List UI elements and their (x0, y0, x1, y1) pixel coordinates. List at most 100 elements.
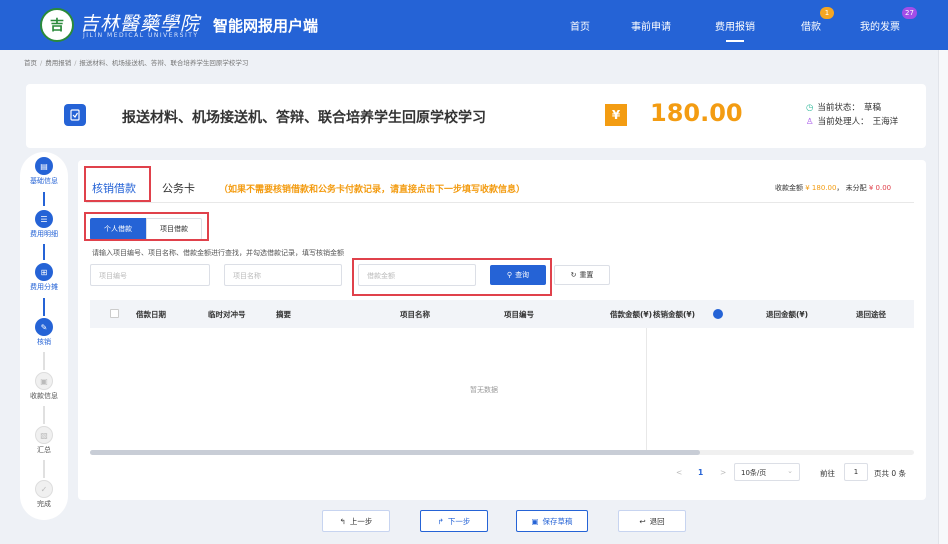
page-size-select[interactable]: 10条/页 ⌄ (734, 463, 800, 481)
top-bar: 吉 吉林醫藥學院 JILIN MEDICAL UNIVERSITY 智能网报用户… (0, 0, 948, 50)
col-loan-amount: 借款金额(¥) (610, 310, 653, 319)
table-header: 借款日期 临时对冲号 摘要 项目名称 项目编号 借款金额(¥) 核销金额(¥) … (90, 300, 914, 328)
step-connector (43, 244, 45, 260)
step-payee-info[interactable]: ▣ 收款信息 (20, 372, 68, 401)
next-page-button[interactable]: > (720, 468, 726, 477)
save-draft-label: 保存草稿 (542, 516, 573, 526)
tab-divider (86, 202, 914, 203)
select-all-checkbox[interactable] (110, 309, 119, 318)
step-connector (43, 406, 45, 424)
save-icon: ▣ (531, 516, 539, 526)
highlight-box-loan-type (84, 212, 209, 241)
current-handler: ♙ 当前处理人： 王海洋 (806, 115, 898, 127)
nav-pre-apply[interactable]: 事前申请 (631, 0, 671, 50)
step-connector (43, 298, 45, 316)
summary-icon: ▧ (35, 426, 53, 444)
step-connector (43, 352, 45, 370)
current-status: ◷ 当前状态： 草稿 (806, 101, 881, 113)
chevron-down-icon: ⌄ (787, 467, 793, 475)
step-label: 收款信息 (30, 392, 58, 400)
step-connector (43, 192, 45, 206)
split-icon: ⊞ (35, 263, 53, 281)
step-label: 费用明细 (30, 230, 58, 238)
payee-icon: ▣ (35, 372, 53, 390)
breadcrumb-reimburse[interactable]: 费用报销 (45, 59, 71, 67)
reset-button-label: 重置 (579, 271, 594, 279)
highlight-box-tab (84, 166, 151, 202)
right-drawer-edge (938, 50, 948, 544)
nav-my-invoices-label: 我的发票 (860, 21, 900, 33)
doc-icon: ▤ (35, 157, 53, 175)
nav-my-invoices[interactable]: 我的发票 (860, 0, 900, 50)
step-label: 汇总 (37, 446, 51, 454)
brand-english: JILIN MEDICAL UNIVERSITY (83, 32, 199, 39)
nav-loan[interactable]: 借款 (801, 0, 821, 50)
col-offset-number: 临时对冲号 (208, 310, 246, 319)
loan-badge: 1 (820, 7, 834, 19)
project-name-input[interactable]: 项目名称 (224, 264, 342, 286)
step-label: 费用分摊 (30, 283, 58, 291)
scrollbar-thumb[interactable] (90, 450, 700, 455)
col-return-amount: 退回金额(¥) (766, 310, 809, 319)
nav-loan-label: 借款 (801, 21, 821, 33)
breadcrumb-separator: / (74, 59, 77, 67)
nav-home[interactable]: 首页 (570, 0, 590, 50)
nav-reimburse-label: 费用报销 (715, 21, 755, 33)
handler-label: 当前处理人： (817, 117, 869, 127)
step-cost-detail[interactable]: ☰ 费用明细 (20, 210, 68, 239)
nav-home-label: 首页 (570, 21, 590, 33)
nav-reimburse[interactable]: 费用报销 (715, 0, 755, 50)
step-label: 核销 (37, 338, 51, 346)
step-cost-split[interactable]: ⊞ 费用分摊 (20, 263, 68, 292)
next-step-label: 下一步 (447, 516, 471, 526)
step-label: 基础信息 (30, 177, 58, 185)
return-label: 退回 (649, 516, 665, 526)
step-basic-info[interactable]: ▤ 基础信息 (20, 157, 68, 186)
page-size-value: 10条/页 (741, 469, 767, 477)
writeoff-icon: ✎ (35, 318, 53, 336)
reimburse-doc-icon (64, 104, 86, 126)
next-step-button[interactable]: ↱ 下一步 (420, 510, 488, 532)
info-dot-icon (713, 309, 723, 319)
step-summary[interactable]: ▧ 汇总 (20, 426, 68, 455)
step-connector (43, 460, 45, 478)
return-button[interactable]: ↩ 退回 (618, 510, 686, 532)
status-label: 当前状态： (817, 103, 860, 113)
breadcrumb: 首页 / 费用报销 / 报送材料、机场接送机、答辩、联合培养学生回原学校学习 (24, 57, 248, 67)
return-icon: ↩ (639, 516, 646, 526)
highlight-box-search (352, 258, 552, 296)
prev-page-button[interactable]: < (676, 468, 682, 477)
breadcrumb-current: 报送材料、机场接送机、答辩、联合培养学生回原学校学习 (79, 59, 249, 67)
col-project-name: 项目名称 (400, 310, 430, 319)
project-name-placeholder: 项目名称 (233, 272, 261, 280)
step-writeoff[interactable]: ✎ 核销 (20, 318, 68, 347)
col-loan-date: 借款日期 (136, 310, 166, 319)
invoice-badge: 27 (902, 7, 917, 19)
col-return-method: 退回途径 (856, 310, 886, 319)
forward-arrow-icon: ↱ (437, 516, 444, 526)
horizontal-scrollbar[interactable] (90, 450, 914, 455)
amount-yen-icon: ¥ (605, 104, 627, 126)
total-count: 页共 0 条 (874, 469, 907, 478)
col-project-number: 项目编号 (504, 310, 534, 319)
breadcrumb-home[interactable]: 首页 (24, 59, 37, 67)
step-complete[interactable]: ✓ 完成 (20, 480, 68, 509)
goto-page-input[interactable]: 1 (844, 463, 868, 481)
document-title: 报送材料、机场接送机、答辩、联合培养学生回原学校学习 (122, 110, 486, 126)
goto-label: 前往 (820, 469, 835, 478)
reset-button[interactable]: ↻ 重置 (554, 265, 610, 285)
project-number-input[interactable]: 项目编号 (90, 264, 210, 286)
user-icon: ♙ (806, 117, 814, 127)
prev-step-button[interactable]: ↰ 上一步 (322, 510, 390, 532)
tab-business-card[interactable]: 公务卡 (162, 180, 195, 196)
unallocated-label: 未分配 (845, 184, 867, 192)
search-instructions: 请输入项目编号、项目名称、借款金额进行查找，并勾选借款记录，填写核销金额 (92, 249, 344, 257)
collect-summary: 收款金额 ¥ 180.00， 未分配 ¥ 0.00 (775, 184, 892, 192)
logo-glyph: 吉 (50, 18, 64, 34)
current-page[interactable]: 1 (698, 468, 703, 477)
writeoff-panel: 核销借款 公务卡 （如果不需要核销借款和公务卡付款记录，请直接点击下一步填写收款… (78, 160, 926, 500)
save-draft-button[interactable]: ▣ 保存草稿 (516, 510, 588, 532)
nav-pre-apply-label: 事前申请 (631, 21, 671, 33)
collect-label: 收款金额 (775, 184, 803, 192)
fixed-column-divider (646, 328, 647, 452)
